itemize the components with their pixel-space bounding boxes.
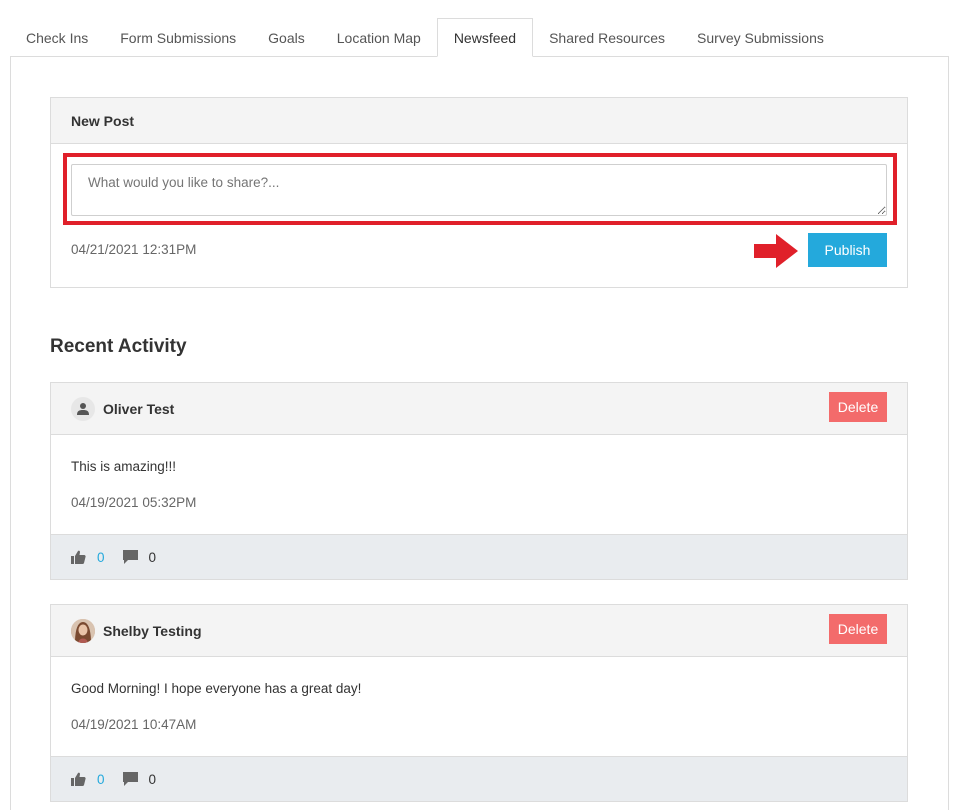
post-timestamp: 04/21/2021 12:31PM [71, 242, 197, 257]
activity-card: Oliver Test Delete This is amazing!!! 04… [50, 382, 908, 580]
recent-activity-title: Recent Activity [50, 336, 187, 357]
publish-button[interactable]: Publish [808, 233, 887, 267]
thumbs-up-icon [71, 772, 86, 786]
arrow-right-icon [754, 234, 798, 268]
activity-card-body: This is amazing!!! 04/19/2021 05:32PM [51, 435, 907, 534]
activity-card-footer: 0 0 [51, 534, 907, 579]
activity-card-body: Good Morning! I hope everyone has a grea… [51, 657, 907, 756]
like-button[interactable]: 0 [71, 772, 105, 787]
user-photo [71, 618, 95, 643]
post-date: 04/19/2021 05:32PM [71, 495, 197, 510]
thumbs-up-icon [71, 550, 86, 564]
post-message: This is amazing!!! [71, 459, 177, 474]
tab-check-ins[interactable]: Check Ins [10, 18, 104, 57]
post-input[interactable] [71, 164, 887, 216]
like-count: 0 [97, 549, 105, 565]
activity-card: Shelby Testing Delete Good Morning! I ho… [50, 604, 908, 802]
author-name[interactable]: Oliver Test [103, 401, 174, 417]
comment-icon [122, 772, 138, 786]
tab-shared-resources[interactable]: Shared Resources [533, 18, 681, 57]
tab-newsfeed[interactable]: Newsfeed [436, 18, 534, 57]
like-button[interactable]: 0 [71, 550, 105, 565]
comment-count: 0 [148, 549, 157, 565]
activity-card-header: Shelby Testing Delete [51, 605, 907, 657]
new-post-panel: New Post 04/21/2021 12:31PM Publish [50, 97, 908, 288]
tab-goals[interactable]: Goals [252, 18, 321, 57]
activity-card-footer: 0 0 [51, 756, 907, 801]
tab-form-submissions[interactable]: Form Submissions [104, 18, 252, 57]
comment-icon [122, 550, 138, 564]
avatar [71, 618, 95, 643]
tab-location-map[interactable]: Location Map [321, 18, 437, 57]
like-count: 0 [97, 771, 105, 787]
comment-button[interactable]: 0 [122, 771, 157, 787]
activity-card-header: Oliver Test Delete [51, 383, 907, 435]
author-name[interactable]: Shelby Testing [103, 623, 202, 639]
comment-count: 0 [148, 771, 157, 787]
post-message: Good Morning! I hope everyone has a grea… [71, 681, 362, 696]
tab-bar: Check Ins Form Submissions Goals Locatio… [10, 18, 949, 57]
tab-survey-submissions[interactable]: Survey Submissions [681, 18, 840, 57]
delete-button[interactable]: Delete [829, 614, 887, 644]
user-icon [77, 402, 89, 415]
comment-button[interactable]: 0 [122, 549, 157, 565]
delete-button[interactable]: Delete [829, 392, 887, 422]
avatar [71, 396, 95, 421]
post-date: 04/19/2021 10:47AM [71, 717, 197, 732]
new-post-title: New Post [51, 98, 907, 144]
